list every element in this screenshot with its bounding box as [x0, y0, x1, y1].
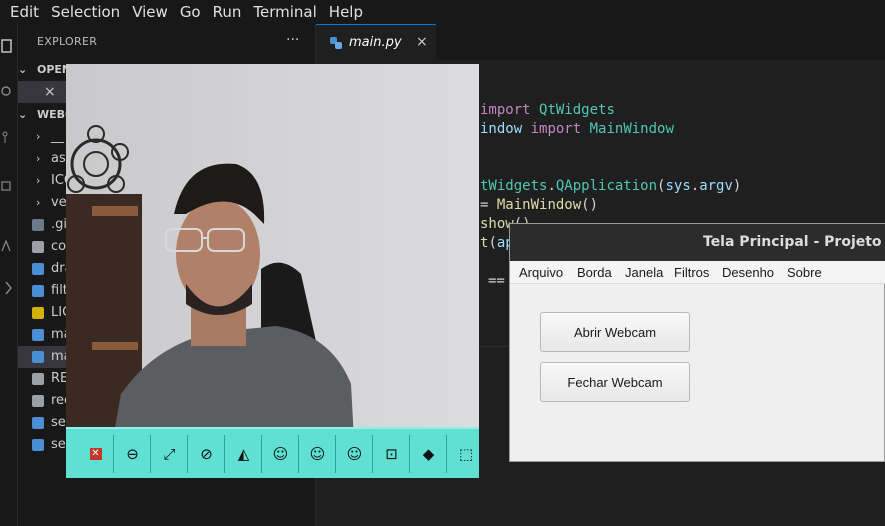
chevron-down-icon: ⌄ — [18, 63, 28, 76]
python-file-icon — [32, 285, 44, 297]
file-tree-label: __ — [51, 129, 64, 144]
chevron-down-icon: ⌄ — [18, 108, 28, 121]
files-icon[interactable] — [0, 38, 14, 54]
menu-sobre[interactable]: Sobre — [787, 265, 822, 280]
activity-bar — [0, 24, 18, 526]
python-file-icon — [32, 351, 44, 363]
webcam-image — [66, 64, 479, 478]
search-icon[interactable] — [0, 84, 14, 100]
crop-icon[interactable]: ⬚ — [448, 435, 484, 473]
file-tree-label: co — [51, 239, 67, 254]
menu-view[interactable]: View — [126, 3, 174, 21]
menu-bar: Edit Selection View Go Run Terminal Help — [0, 0, 885, 24]
close-icon[interactable]: ✕ — [78, 435, 114, 473]
code-line: == — [488, 273, 505, 289]
menu-borda[interactable]: Borda — [577, 265, 612, 280]
close-icon[interactable]: × — [44, 81, 56, 103]
menu-edit[interactable]: Edit — [0, 3, 45, 21]
code-line: tWidgets.QApplication(sys.argv) — [480, 178, 742, 194]
text-file-icon — [32, 395, 44, 407]
run-debug-icon[interactable] — [0, 178, 14, 194]
expand-icon[interactable]: ⤢ — [152, 435, 188, 473]
tab-bar: main.py × — [316, 24, 885, 60]
smile-icon[interactable]: ☺ — [263, 435, 299, 473]
menu-selection[interactable]: Selection — [45, 3, 126, 21]
screen: Edit Selection View Go Run Terminal Help… — [0, 0, 885, 526]
python-file-icon — [32, 417, 44, 429]
chevron-right-icon: › — [36, 196, 41, 209]
python-file-icon — [32, 263, 44, 275]
license-file-icon — [32, 307, 44, 319]
source-control-icon[interactable] — [0, 130, 14, 146]
menu-help[interactable]: Help — [323, 3, 369, 21]
code-line: indow import MainWindow — [480, 121, 674, 137]
flip-icon[interactable]: ◭ — [226, 435, 262, 473]
info-file-icon — [32, 373, 44, 385]
minus-icon[interactable]: ⊖ — [115, 435, 151, 473]
window-titlebar[interactable]: Tela Principal - Projeto Web — [510, 224, 885, 261]
smile-icon[interactable]: ☺ — [337, 435, 373, 473]
explorer-title: EXPLORER — [37, 35, 98, 48]
tab-label: main.py — [349, 35, 402, 50]
chevron-right-icon: › — [36, 174, 41, 187]
menu-go[interactable]: Go — [174, 3, 207, 21]
python-file-icon — [32, 329, 44, 341]
menu-arquivo[interactable]: Arquivo — [519, 265, 563, 280]
open-webcam-button[interactable]: Abrir Webcam — [540, 312, 690, 352]
chevron-right-icon: › — [36, 152, 41, 165]
close-webcam-button[interactable]: Fechar Webcam — [540, 362, 690, 402]
qt-menu-bar: Arquivo Borda Janela Filtros Desenho Sob… — [510, 261, 885, 284]
webcam-preview — [66, 64, 479, 478]
remote-icon[interactable] — [0, 280, 14, 296]
text-file-icon — [32, 241, 44, 253]
menu-run[interactable]: Run — [207, 3, 248, 21]
close-icon[interactable]: × — [416, 34, 428, 50]
shapes-icon[interactable]: ◆ — [411, 435, 447, 473]
webcam-toolbar: ✕ ⊖ ⤢ ⊘ ◭ ☺ ☺ ☺ ⊡ ◆ ⬚ — [66, 427, 479, 478]
file-tree-label: ve — [51, 195, 67, 210]
qt-main-window: Tela Principal - Projeto Web Arquivo Bor… — [509, 223, 885, 462]
extensions-icon[interactable] — [0, 238, 14, 254]
code-line: import QtWidgets — [480, 102, 615, 118]
window-title: Tela Principal - Projeto Web — [703, 234, 885, 250]
git-file-icon — [32, 219, 44, 231]
smile-icon[interactable]: ☺ — [300, 435, 336, 473]
menu-desenho[interactable]: Desenho — [722, 265, 774, 280]
menu-janela[interactable]: Janela — [625, 265, 663, 280]
chevron-right-icon: › — [36, 130, 41, 143]
menu-filtros[interactable]: Filtros — [674, 265, 709, 280]
python-file-icon — [330, 37, 342, 49]
tab-main-py[interactable]: main.py × — [316, 24, 436, 60]
more-actions-icon[interactable]: ··· — [286, 32, 299, 48]
eye-off-icon[interactable]: ⊘ — [189, 435, 225, 473]
file-tree-label: .gi — [51, 217, 67, 232]
python-file-icon — [32, 439, 44, 451]
lock-icon[interactable]: ⊡ — [374, 435, 410, 473]
menu-terminal[interactable]: Terminal — [247, 3, 322, 21]
code-line: = MainWindow() — [480, 197, 599, 213]
